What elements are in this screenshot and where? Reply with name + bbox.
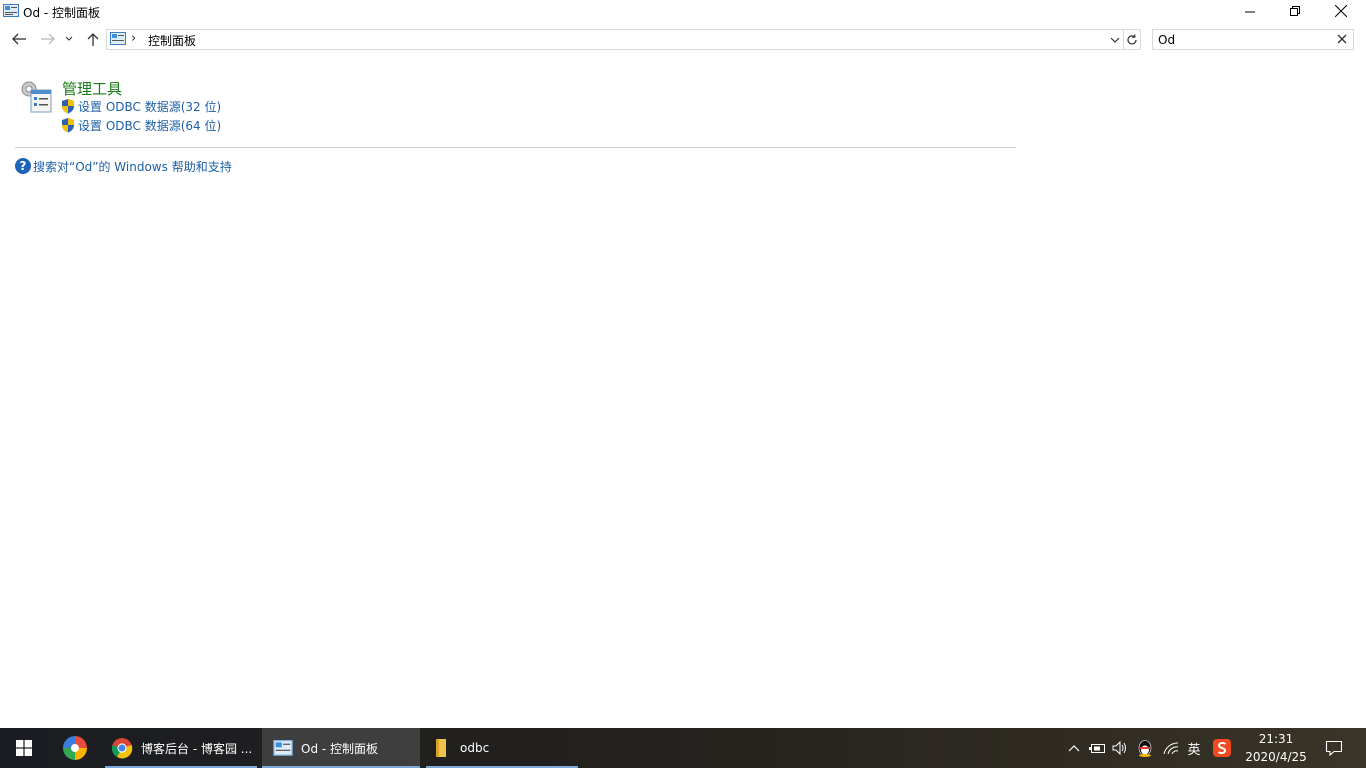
taskbar-task-folder[interactable]: odbc [426,728,578,768]
chevron-up-icon [1068,745,1080,752]
odbc-64-link[interactable]: 设置 ODBC 数据源(64 位) [78,117,221,134]
uac-shield-icon [62,118,74,133]
windows-logo-icon [16,740,32,756]
folder-icon [436,739,446,757]
refresh-button[interactable] [1123,29,1141,50]
control-panel-icon [3,4,19,17]
search-input[interactable] [1153,30,1333,49]
task-label: odbc [460,741,490,755]
taskbar-task-chrome[interactable]: 博客后台 - 博客园 ... [105,728,257,768]
taskbar-clock[interactable]: 21:31 2020/4/25 [1240,730,1312,766]
chrome-icon [111,738,133,759]
taskbar: 博客后台 - 博客园 ... Od - 控制面板 odbc 英 21:31 20… [0,728,1366,768]
restore-button[interactable] [1272,0,1318,22]
close-icon [1335,5,1347,17]
search-box[interactable] [1152,29,1354,50]
administrative-tools-link[interactable]: 管理工具 [62,78,122,99]
show-hidden-icons-button[interactable] [1064,728,1084,768]
task-label: Od - 控制面板 [301,741,379,756]
window-title: Od - 控制面板 [23,6,101,20]
windows-help-link[interactable]: 搜索对“Od”的 Windows 帮助和支持 [33,158,232,175]
restore-icon [1289,5,1300,16]
divider [15,147,1016,148]
sogou-icon [1213,739,1231,757]
odbc-32-link-row[interactable]: 设置 ODBC 数据源(32 位) [60,97,221,115]
control-panel-icon [273,739,293,756]
clear-search-icon[interactable] [1336,33,1348,45]
minimize-icon [1244,11,1255,12]
clock-time: 21:31 [1258,732,1294,746]
wifi-icon [1163,742,1179,755]
chevron-down-icon [65,36,73,41]
recent-locations-button[interactable] [62,29,76,49]
help-icon: ? [15,158,31,174]
qq-tray-icon[interactable] [1134,728,1156,768]
breadcrumb-control-panel[interactable]: 控制面板 [148,32,196,49]
control-panel-icon [110,32,126,45]
taskbar-pinned-app[interactable] [58,728,92,768]
pinwheel-app-icon [63,736,87,760]
taskbar-task-control-panel[interactable]: Od - 控制面板 [262,728,420,768]
network-tray-icon[interactable] [1160,728,1182,768]
administrative-tools-icon [21,81,52,113]
start-button[interactable] [0,728,48,768]
arrow-right-icon [41,33,55,45]
volume-tray-icon[interactable] [1110,728,1130,768]
battery-icon [1089,744,1105,753]
arrow-left-icon [12,33,26,45]
sogou-ime-tray-icon[interactable] [1210,728,1234,768]
battery-tray-icon[interactable] [1087,728,1107,768]
clock-date: 2020/4/25 [1245,750,1307,764]
notification-icon [1325,740,1343,756]
speaker-icon [1112,741,1126,755]
breadcrumb-separator-icon[interactable]: › [131,31,136,46]
action-center-button[interactable] [1320,728,1348,768]
refresh-icon [1126,34,1137,44]
input-method-indicator[interactable]: 英 [1184,728,1204,768]
odbc-64-link-row[interactable]: 设置 ODBC 数据源(64 位) [60,116,221,134]
forward-button[interactable] [38,29,58,49]
title-bar[interactable]: Od - 控制面板 [0,0,1366,24]
uac-shield-icon [62,99,74,114]
back-button[interactable] [9,29,29,49]
qq-penguin-icon [1138,740,1152,757]
windows-help-link-row[interactable]: ? 搜索对“Od”的 Windows 帮助和支持 [15,157,232,175]
odbc-32-link[interactable]: 设置 ODBC 数据源(32 位) [78,98,221,115]
address-bar[interactable]: › 控制面板 [106,29,1124,50]
arrow-up-icon [87,33,99,46]
up-button[interactable] [83,29,103,49]
chevron-down-icon[interactable] [1109,33,1121,47]
close-button[interactable] [1318,0,1364,22]
task-label: 博客后台 - 博客园 ... [141,741,253,756]
minimize-button[interactable] [1227,0,1273,22]
